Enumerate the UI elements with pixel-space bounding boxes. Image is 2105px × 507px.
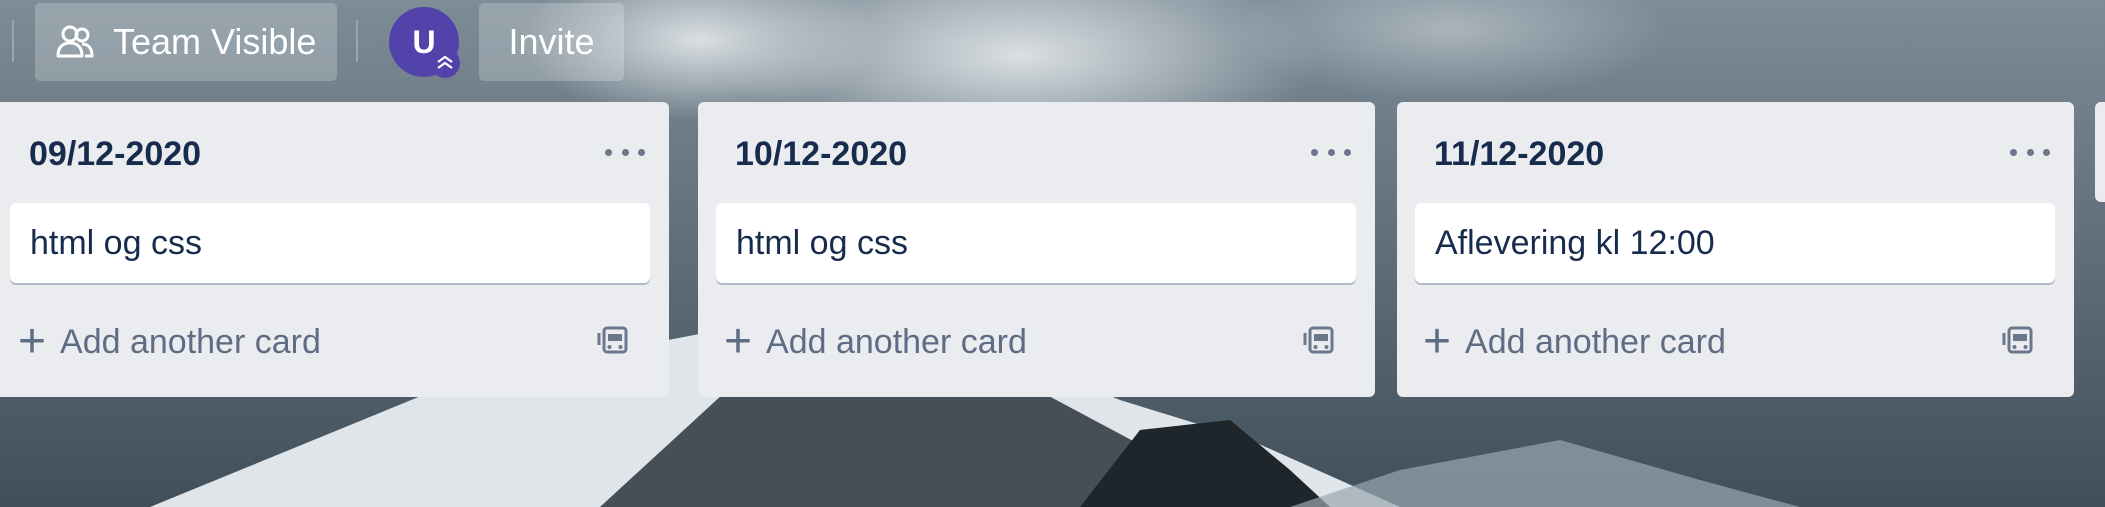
add-card-button[interactable]: + Add another card — [1423, 312, 1726, 372]
plus-icon: + — [724, 315, 753, 368]
template-icon[interactable] — [1303, 323, 1337, 357]
plus-icon: + — [1423, 315, 1452, 368]
add-card-button[interactable]: + Add another card — [724, 312, 1027, 372]
list: 11/12-2020 Aflevering kl 12:00 + Add ano… — [1397, 102, 2074, 397]
card-title: html og css — [736, 223, 908, 262]
add-card-label: Add another card — [1465, 322, 1726, 361]
list-title[interactable]: 10/12-2020 — [735, 135, 907, 174]
add-list-panel[interactable] — [2095, 102, 2105, 202]
header-divider — [12, 20, 14, 62]
more-icon[interactable] — [1311, 142, 1351, 162]
header-divider — [356, 20, 358, 62]
team-visibility-button[interactable]: Team Visible — [35, 3, 337, 81]
add-card-label: Add another card — [766, 322, 1027, 361]
more-icon[interactable] — [605, 142, 645, 162]
board-header: Team Visible U Invite — [0, 0, 2105, 100]
team-icon — [55, 22, 95, 62]
card-title: html og css — [30, 223, 202, 262]
card[interactable]: html og css — [716, 203, 1356, 283]
list-title[interactable]: 11/12-2020 — [1434, 135, 1604, 174]
admin-badge-icon — [430, 48, 460, 78]
list: 10/12-2020 html og css + Add another car… — [698, 102, 1375, 397]
more-icon[interactable] — [2010, 142, 2050, 162]
team-visibility-label: Team Visible — [113, 21, 317, 62]
template-icon[interactable] — [597, 323, 631, 357]
add-card-button[interactable]: + Add another card — [18, 312, 321, 372]
card[interactable]: html og css — [10, 203, 650, 283]
list-title[interactable]: 09/12-2020 — [29, 135, 201, 174]
invite-label: Invite — [508, 21, 595, 62]
add-card-label: Add another card — [60, 322, 321, 361]
card-title: Aflevering kl 12:00 — [1435, 223, 1715, 262]
invite-button[interactable]: Invite — [479, 3, 624, 81]
card[interactable]: Aflevering kl 12:00 — [1415, 203, 2055, 283]
template-icon[interactable] — [2002, 323, 2036, 357]
plus-icon: + — [18, 315, 47, 368]
list: 09/12-2020 html og css + Add another car… — [0, 102, 669, 397]
